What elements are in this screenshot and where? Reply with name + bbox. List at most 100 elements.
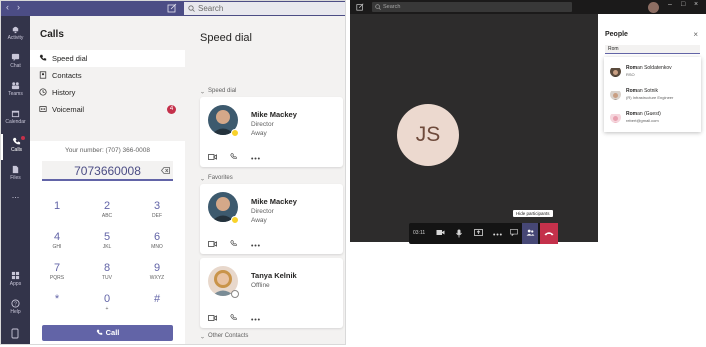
participants-button[interactable]	[522, 223, 538, 244]
section-other-contacts[interactable]: Other Contacts	[200, 332, 248, 339]
key-3[interactable]: 3 DEF	[137, 199, 177, 227]
nav-speed-dial[interactable]: Speed dial	[30, 50, 185, 67]
video-call-icon[interactable]	[208, 308, 217, 326]
list-item[interactable]: Roman (Guest) rebert@gmail.com	[604, 107, 701, 129]
bell-icon	[12, 26, 19, 34]
nav-voicemail[interactable]: Voicemail 4	[30, 101, 185, 118]
your-number: Your number: (707) 366-0008	[64, 147, 151, 154]
participant-avatar: JS	[397, 104, 459, 166]
nav-history[interactable]: History	[30, 84, 185, 101]
end-call-button[interactable]	[540, 223, 558, 244]
search-input[interactable]: Search	[372, 2, 572, 12]
compose-icon[interactable]	[356, 3, 364, 11]
key-digit: 7	[53, 262, 61, 274]
calls-title: Calls	[40, 29, 64, 40]
name-match: Rom	[626, 88, 638, 94]
key-digit: 2	[103, 200, 111, 212]
meeting-title-bar: Search – □ ×	[350, 0, 706, 14]
name-rest: an Soldatenkov	[637, 65, 672, 71]
backspace-icon[interactable]	[161, 167, 170, 174]
key-letters: PQRS	[49, 275, 65, 281]
call-stage: JS Hide participants 03:11	[350, 14, 598, 244]
share-button[interactable]	[470, 223, 486, 244]
device-icon[interactable]	[11, 328, 19, 339]
audio-call-icon[interactable]	[230, 147, 238, 165]
nav-contacts[interactable]: Contacts	[30, 67, 185, 84]
away-status-icon	[231, 216, 239, 224]
key-8[interactable]: 8 TUV	[87, 261, 127, 289]
more-actions-button[interactable]	[489, 223, 505, 244]
rail-calendar[interactable]: Calendar	[1, 106, 30, 132]
card-actions	[208, 308, 269, 326]
key-hash[interactable]: #	[137, 292, 177, 320]
key-digit: 0	[103, 293, 111, 305]
user-avatar[interactable]	[648, 2, 659, 13]
key-0[interactable]: 0 +	[87, 292, 127, 320]
microphone-icon	[456, 229, 462, 238]
key-star[interactable]: *	[37, 292, 77, 320]
more-options-icon[interactable]	[251, 234, 260, 252]
section-speed-dial[interactable]: Speed dial	[200, 87, 236, 94]
more-options-icon[interactable]	[251, 147, 260, 165]
title-bar: ‹ › Search	[1, 1, 345, 16]
dial-number-value: 7073660008	[74, 164, 141, 178]
key-letters: TUV	[102, 275, 112, 281]
rail-chat[interactable]: Chat	[1, 50, 30, 76]
contact-card[interactable]: Mike Mackey Director Away	[200, 184, 343, 254]
rail-help[interactable]: ? Help	[1, 296, 30, 322]
rail-apps[interactable]: Apps	[1, 268, 30, 294]
rail-more-label: ...	[11, 190, 20, 200]
chat-button[interactable]	[506, 223, 522, 244]
key-6[interactable]: 6 MNO	[137, 230, 177, 258]
contact-name: Tanya Kelnik	[251, 271, 297, 280]
video-call-icon[interactable]	[208, 234, 217, 252]
dial-number-input[interactable]: 7073660008	[42, 161, 173, 181]
close-icon[interactable]: ×	[694, 1, 698, 8]
search-input[interactable]: Search	[184, 2, 345, 15]
key-1[interactable]: 1	[37, 199, 77, 227]
more-options-icon[interactable]	[251, 308, 260, 326]
search-icon	[375, 4, 381, 10]
card-actions	[208, 147, 269, 165]
back-arrow-icon[interactable]: ‹	[6, 2, 9, 12]
video-call-icon[interactable]	[208, 147, 217, 165]
rail-activity[interactable]: Activity	[1, 22, 30, 48]
file-icon	[12, 165, 19, 174]
list-item[interactable]: Roman Soldatenkov RSO	[604, 61, 701, 83]
contact-card[interactable]: Tanya Kelnik Offline	[200, 258, 343, 328]
maximize-icon[interactable]: □	[681, 1, 685, 8]
share-screen-icon	[473, 229, 483, 236]
contact-card[interactable]: Mike Mackey Director Away	[200, 97, 343, 167]
key-digit: 3	[153, 200, 161, 212]
rail-files[interactable]: Files	[1, 162, 30, 188]
mic-button[interactable]	[451, 223, 467, 244]
key-digit: 4	[53, 231, 61, 243]
call-timer: 03:11	[413, 230, 426, 236]
key-7[interactable]: 7 PQRS	[37, 261, 77, 289]
camera-button[interactable]	[432, 223, 448, 244]
forward-arrow-icon[interactable]: ›	[17, 2, 20, 12]
key-2[interactable]: 2 ABC	[87, 199, 127, 227]
rail-label: Calls	[10, 147, 23, 153]
help-icon: ?	[11, 299, 20, 308]
person-name: Roman Sotnik	[626, 88, 658, 94]
key-4[interactable]: 4 GHI	[37, 230, 77, 258]
key-5[interactable]: 5 JKL	[87, 230, 127, 258]
call-button[interactable]: Call	[42, 325, 173, 341]
rail-calls[interactable]: Calls	[1, 134, 30, 160]
minimize-icon[interactable]: –	[668, 1, 672, 8]
rail-label: Calendar	[5, 119, 26, 125]
section-favorites[interactable]: Favorites	[200, 174, 233, 181]
clock-icon	[39, 88, 47, 96]
key-letters: ABC	[101, 213, 113, 219]
away-status-icon	[231, 129, 239, 137]
key-9[interactable]: 9 WXYZ	[137, 261, 177, 289]
close-icon[interactable]: ×	[693, 30, 698, 39]
audio-call-icon[interactable]	[230, 308, 238, 326]
rail-teams[interactable]: Teams	[1, 78, 30, 104]
list-item[interactable]: Roman Sotnik (R) Infrastructure Engineer	[604, 84, 701, 106]
people-search-input[interactable]: Rom	[605, 45, 700, 54]
audio-call-icon[interactable]	[230, 234, 238, 252]
more-icon[interactable]: ...	[1, 188, 30, 214]
compose-icon[interactable]	[167, 3, 177, 13]
